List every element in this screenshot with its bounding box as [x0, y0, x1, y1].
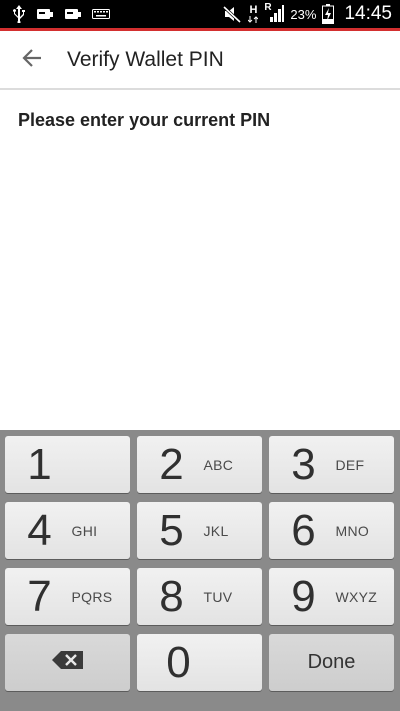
network-type-icon: H	[248, 4, 259, 23]
key-letters: PQRS	[71, 588, 113, 605]
network-type-label: H	[249, 4, 258, 16]
key-digit: 7	[27, 571, 52, 621]
key-digit: 4	[27, 505, 52, 555]
key-9[interactable]: 9 WXYZ	[269, 568, 394, 625]
key-letters: DEF	[335, 456, 365, 473]
key-digit: 6	[291, 505, 316, 555]
delete-button[interactable]	[5, 634, 130, 691]
key-0[interactable]: 0	[137, 634, 262, 691]
key-7[interactable]: 7 PQRS	[5, 568, 130, 625]
key-4[interactable]: 4 GHI	[5, 502, 130, 559]
key-3[interactable]: 3 DEF	[269, 436, 394, 493]
key-digit: 3	[291, 439, 316, 489]
key-digit: 1	[27, 439, 52, 489]
key-6[interactable]: 6 MNO	[269, 502, 394, 559]
key-2[interactable]: 2 ABC	[137, 436, 262, 493]
key-5[interactable]: 5 JKL	[137, 502, 262, 559]
wallet-card-icon	[36, 7, 54, 21]
key-letters: JKL	[203, 522, 229, 539]
key-digit: 5	[159, 505, 184, 555]
numeric-keypad: 1 2 ABC 3 DEF 4 GHI 5 JKL 6 MNO 7 PQRS 8…	[0, 430, 400, 711]
backspace-icon	[51, 650, 85, 675]
notification-icons	[12, 5, 110, 23]
system-icons: H R 23% 14:45	[222, 2, 392, 25]
key-letters: ABC	[203, 456, 234, 473]
usb-icon	[12, 5, 26, 23]
key-letters: TUV	[203, 588, 233, 605]
page-title: Verify Wallet PIN	[67, 47, 224, 71]
arrow-back-icon	[21, 47, 43, 73]
key-1[interactable]: 1	[5, 436, 130, 493]
key-letters: WXYZ	[335, 588, 378, 605]
mute-icon	[222, 5, 242, 23]
key-letters: GHI	[71, 522, 98, 539]
signal-icon: R	[264, 2, 285, 23]
wallet-card-icon-2	[64, 7, 82, 21]
key-letters: MNO	[335, 522, 370, 539]
key-digit: 8	[159, 571, 184, 621]
key-digit: 9	[291, 571, 316, 621]
key-digit: 0	[166, 637, 191, 687]
keyboard-icon	[92, 8, 110, 20]
done-button[interactable]: Done	[269, 634, 394, 691]
key-8[interactable]: 8 TUV	[137, 568, 262, 625]
pin-prompt: Please enter your current PIN	[18, 110, 271, 130]
status-bar: H R 23% 14:45	[0, 0, 400, 28]
battery-charging-icon	[322, 4, 335, 24]
back-button[interactable]	[0, 30, 64, 89]
clock: 14:45	[344, 3, 392, 24]
battery-percent: 23%	[290, 6, 317, 22]
key-digit: 2	[159, 439, 184, 489]
done-label: Done	[307, 651, 356, 673]
roaming-label: R	[264, 2, 272, 13]
app-bar: Verify Wallet PIN	[0, 31, 400, 90]
